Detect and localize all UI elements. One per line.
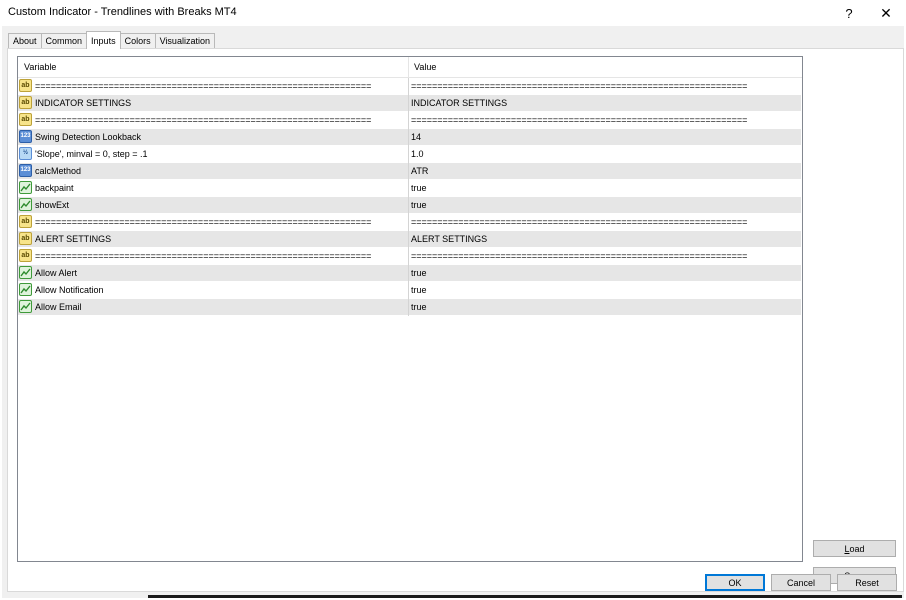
variable-cell: Swing Detection Lookback [35,132,142,142]
table-row[interactable]: Allow Notification true [18,282,801,299]
bool-icon [19,283,32,296]
variable-cell: Allow Email [35,302,82,312]
value-cell[interactable]: INDICATOR SETTINGS [411,95,797,111]
column-header-value[interactable]: Value [414,57,436,77]
string-icon: ab [19,215,32,228]
cell-divider [408,112,409,129]
table-row[interactable]: ab ======================================… [18,214,801,231]
table-row[interactable]: backpaint true [18,180,801,197]
string-icon: ab [19,249,32,262]
variable-cell: calcMethod [35,166,82,176]
grid-header: Variable Value [18,57,802,78]
string-icon: ab [19,113,32,126]
double-icon: ½ [19,147,32,160]
value-cell[interactable]: true [411,265,797,281]
value-cell[interactable]: true [411,299,797,315]
cancel-button[interactable]: Cancel [771,574,831,591]
cell-divider [408,299,409,316]
ok-button[interactable]: OK [705,574,765,591]
column-header-variable[interactable]: Variable [24,57,56,77]
variable-cell: Allow Notification [35,285,104,295]
cell-divider [408,282,409,299]
table-row[interactable]: ab ALERT SETTINGS ALERT SETTINGS [18,231,801,248]
variable-cell: ========================================… [35,81,372,91]
variable-cell: backpaint [35,183,74,193]
title-bar: Custom Indicator - Trendlines with Break… [0,0,906,26]
cell-divider [408,78,409,95]
column-divider[interactable] [408,57,409,77]
value-cell[interactable]: true [411,197,797,213]
tab-about[interactable]: About [8,33,42,48]
cell-divider [408,214,409,231]
string-icon: ab [19,79,32,92]
window-title: Custom Indicator - Trendlines with Break… [8,6,237,18]
background-window-edge [148,595,902,598]
inputs-panel: Variable Value ab =======================… [7,48,904,592]
cell-divider [408,95,409,112]
variable-cell: Allow Alert [35,268,78,278]
variable-cell: ========================================… [35,217,372,227]
value-cell[interactable]: ========================================… [411,78,797,94]
load-button[interactable]: Load [813,540,896,557]
cell-divider [408,265,409,282]
integer-icon: 123 [19,164,32,177]
table-row[interactable]: ab ======================================… [18,78,801,95]
bool-icon [19,300,32,313]
value-cell[interactable]: ========================================… [411,112,797,128]
tab-inputs[interactable]: Inputs [86,31,121,49]
table-row[interactable]: 123 Swing Detection Lookback 14 [18,129,801,146]
variable-cell: ALERT SETTINGS [35,234,112,244]
variable-cell: INDICATOR SETTINGS [35,98,132,108]
value-cell[interactable]: ATR [411,163,797,179]
tab-visualization[interactable]: Visualization [154,33,215,48]
table-row[interactable]: ab ======================================… [18,248,801,265]
value-cell[interactable]: ALERT SETTINGS [411,231,797,247]
dialog-client-area: About Common Inputs Colors Visualization… [2,26,904,598]
cell-divider [408,180,409,197]
table-row[interactable]: ab ======================================… [18,112,801,129]
inputs-grid: Variable Value ab =======================… [17,56,803,562]
tab-colors[interactable]: Colors [119,33,156,48]
variable-cell: showExt [35,200,70,210]
bool-icon [19,198,32,211]
variable-cell: ========================================… [35,115,372,125]
cell-divider [408,231,409,248]
value-cell[interactable]: ========================================… [411,248,797,264]
cell-divider [408,163,409,180]
variable-cell: ========================================… [35,251,372,261]
value-cell[interactable]: 14 [411,129,797,145]
cell-divider [408,146,409,163]
table-row[interactable]: 123 calcMethod ATR [18,163,801,180]
close-button[interactable]: ✕ [866,0,906,26]
bool-icon [19,181,32,194]
tab-strip: About Common Inputs Colors Visualization [8,31,215,49]
tab-common[interactable]: Common [40,33,88,48]
table-row[interactable]: Allow Alert true [18,265,801,282]
value-cell[interactable]: true [411,282,797,298]
value-cell[interactable]: ========================================… [411,214,797,230]
value-cell[interactable]: true [411,180,797,196]
reset-button[interactable]: Reset [837,574,897,591]
cell-divider [408,197,409,214]
table-row[interactable]: ab INDICATOR SETTINGS INDICATOR SETTINGS [18,95,801,112]
help-button[interactable]: ? [829,0,869,26]
string-icon: ab [19,232,32,245]
table-row[interactable]: Allow Email true [18,299,801,316]
variable-cell: 'Slope', minval = 0, step = .1 [35,149,148,159]
integer-icon: 123 [19,130,32,143]
grid-rows: ab ======================================… [18,78,801,316]
table-row[interactable]: ½ 'Slope', minval = 0, step = .1 1.0 [18,146,801,163]
cell-divider [408,248,409,265]
bool-icon [19,266,32,279]
table-row[interactable]: showExt true [18,197,801,214]
value-cell[interactable]: 1.0 [411,146,797,162]
cell-divider [408,129,409,146]
string-icon: ab [19,96,32,109]
load-label-rest: oad [849,543,865,554]
